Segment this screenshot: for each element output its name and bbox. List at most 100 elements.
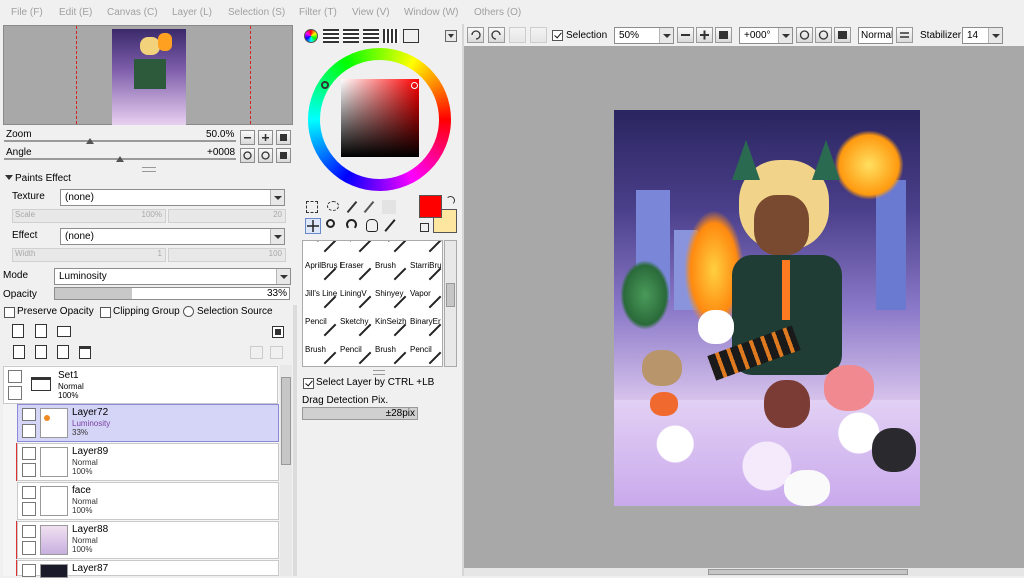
angle-select[interactable]: +000° xyxy=(739,27,793,44)
brush-preset[interactable]: Brush xyxy=(304,345,342,366)
color-wheel-tab-icon[interactable] xyxy=(304,29,318,43)
angle-slider-handle[interactable] xyxy=(116,156,124,162)
toolbar-zoom-out-button[interactable] xyxy=(677,27,694,43)
toolbar-zoom-reset-button[interactable] xyxy=(715,27,732,43)
rotate-left-button[interactable] xyxy=(240,148,255,163)
layer-row[interactable]: Layer87 xyxy=(17,560,279,578)
preserve-opacity-checkbox[interactable] xyxy=(4,307,15,318)
user-swatch-tab-icon[interactable] xyxy=(403,29,419,43)
scratchpad-tab-icon[interactable] xyxy=(383,29,399,43)
zoom-out-button[interactable] xyxy=(240,130,255,145)
brush-preset[interactable]: Acrylic xyxy=(304,241,342,261)
brush-lock-icon[interactable] xyxy=(22,424,36,438)
undo-button[interactable] xyxy=(467,27,484,43)
blend-display-select[interactable]: Normal xyxy=(858,27,893,44)
toolbar-rotate-right-button[interactable] xyxy=(815,27,832,43)
layer-row[interactable]: face Normal 100% xyxy=(17,482,279,520)
rgb-slider-tab-icon[interactable] xyxy=(323,29,339,43)
menu-edit[interactable]: Edit (E) xyxy=(59,7,92,18)
reset-colors-icon[interactable] xyxy=(420,223,429,232)
menu-window[interactable]: Window (W) xyxy=(404,7,458,18)
swatches-tab-icon[interactable] xyxy=(363,29,379,43)
menu-filter[interactable]: Filter (T) xyxy=(299,7,337,18)
lock-toggle[interactable] xyxy=(22,502,36,516)
saturation-value-square[interactable] xyxy=(341,79,419,157)
select-layer-checkbox[interactable] xyxy=(303,378,314,389)
lock-toggle[interactable] xyxy=(8,386,22,400)
redo-button[interactable] xyxy=(488,27,505,43)
panel-menu-button[interactable] xyxy=(445,30,457,42)
effect-select[interactable]: (none) xyxy=(60,228,285,245)
canvas-hscrollbar-thumb[interactable] xyxy=(708,569,908,575)
brush-preset[interactable]: Paper xyxy=(339,241,377,261)
color-marker[interactable] xyxy=(411,82,418,89)
brush-preset[interactable]: LiningV xyxy=(339,289,377,317)
brush-preset[interactable]: Shinyey xyxy=(374,289,412,317)
zoom-in-button[interactable] xyxy=(258,130,273,145)
visibility-eye-icon[interactable] xyxy=(8,370,22,383)
blend-mode-select[interactable]: Luminosity xyxy=(54,268,291,285)
layer-row-selected[interactable]: Layer72 Luminosity 33% xyxy=(17,404,279,442)
brush-preset[interactable]: Crayon xyxy=(374,241,412,261)
zoom-slider[interactable] xyxy=(4,140,236,142)
new-linework-layer-icon[interactable] xyxy=(35,324,47,338)
visibility-eye-icon[interactable] xyxy=(22,447,36,460)
menu-selection[interactable]: Selection (S) xyxy=(228,7,285,18)
layer-row[interactable]: Layer89 Normal 100% xyxy=(17,443,279,481)
layer-mask-icon[interactable] xyxy=(272,326,284,338)
layer-row[interactable]: Layer88 Normal 100% xyxy=(17,521,279,559)
menu-layer[interactable]: Layer (L) xyxy=(172,7,212,18)
clipping-group-checkbox[interactable] xyxy=(100,307,111,318)
flip-canvas-button[interactable] xyxy=(896,27,913,43)
lock-toggle[interactable] xyxy=(22,463,36,477)
zoom-slider-handle[interactable] xyxy=(86,138,94,144)
visibility-eye-icon[interactable] xyxy=(22,408,36,421)
new-folder-icon[interactable] xyxy=(57,326,71,337)
layer-scrollbar[interactable] xyxy=(280,365,292,576)
canvas-area[interactable] xyxy=(464,46,1024,568)
brush-preset[interactable]: Jill's Line xyxy=(304,289,342,317)
brush-preset[interactable]: StarriBru xyxy=(409,261,442,289)
brush-preset[interactable]: Vapor xyxy=(409,289,442,317)
menu-canvas[interactable]: Canvas (C) xyxy=(107,7,158,18)
stabilizer-select[interactable]: 14 xyxy=(962,27,1003,44)
clear-layer-icon[interactable] xyxy=(57,345,69,359)
brush-preset[interactable]: BinaryEr xyxy=(409,317,442,345)
panel-splitter[interactable] xyxy=(142,167,156,172)
brush-scrollbar[interactable] xyxy=(444,240,457,367)
texture-select[interactable]: (none) xyxy=(60,189,285,206)
brush-preset[interactable]: Sketchy xyxy=(339,317,377,345)
paints-effect-header[interactable]: Paints Effect xyxy=(15,173,71,184)
zoom-select[interactable]: 50% xyxy=(614,27,674,44)
toolbar-rotate-left-button[interactable] xyxy=(796,27,813,43)
collapse-arrow-icon[interactable] xyxy=(5,175,13,180)
merge-down-icon[interactable] xyxy=(35,345,47,359)
hsv-slider-tab-icon[interactable] xyxy=(343,29,359,43)
layer-folder-set1[interactable]: Set1 Normal 100% xyxy=(3,366,278,404)
menu-view[interactable]: View (V) xyxy=(352,7,390,18)
zoom-tool-icon[interactable] xyxy=(326,219,335,228)
menu-others[interactable]: Others (O) xyxy=(474,7,521,18)
visibility-eye-icon[interactable] xyxy=(22,486,36,499)
lock-toggle[interactable] xyxy=(22,541,36,555)
brush-preset[interactable]: AprilBrus lineart xyxy=(304,261,342,289)
toolbar-rotate-reset-button[interactable] xyxy=(834,27,851,43)
brush-preset[interactable]: Blur xyxy=(409,241,442,261)
layer-scrollbar-thumb[interactable] xyxy=(281,377,291,465)
rect-select-icon[interactable] xyxy=(306,201,318,213)
navigator-preview[interactable] xyxy=(3,25,293,125)
selection-checkbox[interactable] xyxy=(552,30,563,41)
brush-preset[interactable]: Pencil xyxy=(339,345,377,366)
canvas-hscrollbar[interactable] xyxy=(464,568,1024,576)
rotate-tool-icon[interactable] xyxy=(346,219,357,230)
brush-preset[interactable]: Pencil xyxy=(304,317,342,345)
brush-preset[interactable]: Brush xyxy=(374,261,412,289)
lasso-icon[interactable] xyxy=(327,201,339,211)
trash-icon[interactable] xyxy=(79,346,91,359)
visibility-eye-icon[interactable] xyxy=(22,525,36,538)
hand-tool-icon[interactable] xyxy=(366,219,378,232)
rotate-right-button[interactable] xyxy=(258,148,273,163)
opacity-slider[interactable]: 33% xyxy=(54,287,290,300)
drag-detection-slider[interactable]: ±28pix xyxy=(302,407,418,420)
swap-colors-icon[interactable] xyxy=(446,196,455,205)
